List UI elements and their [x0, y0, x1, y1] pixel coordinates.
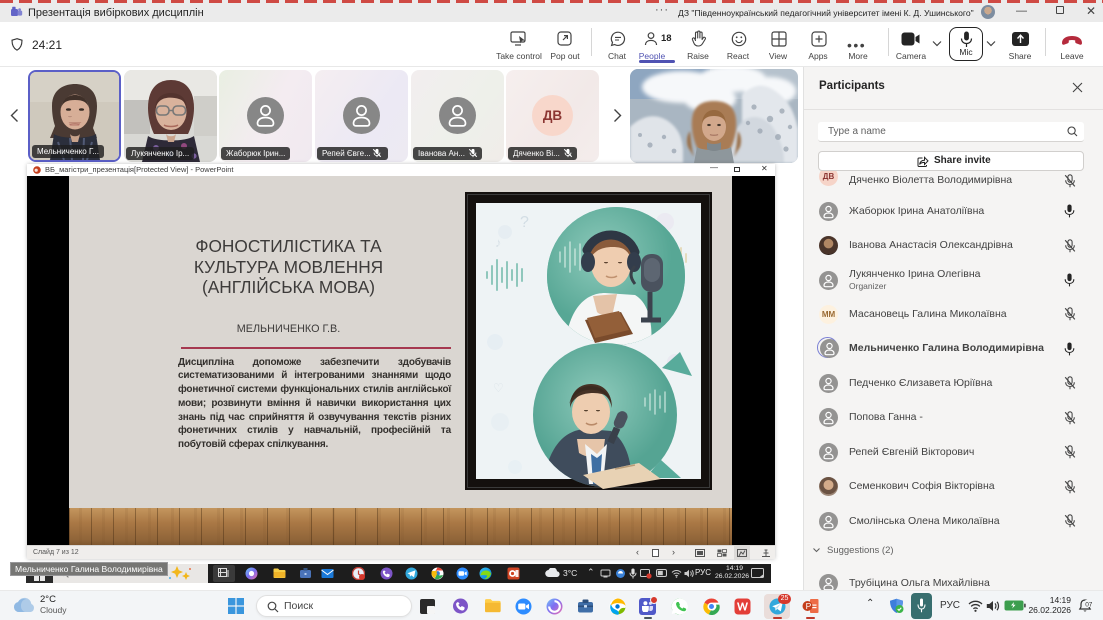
svg-text:♪: ♪ — [495, 235, 502, 250]
svg-text:P: P — [806, 601, 812, 611]
svg-text:♡: ♡ — [493, 381, 504, 395]
svg-text:07: 07 — [1085, 601, 1092, 608]
svg-text:?: ? — [520, 214, 529, 231]
